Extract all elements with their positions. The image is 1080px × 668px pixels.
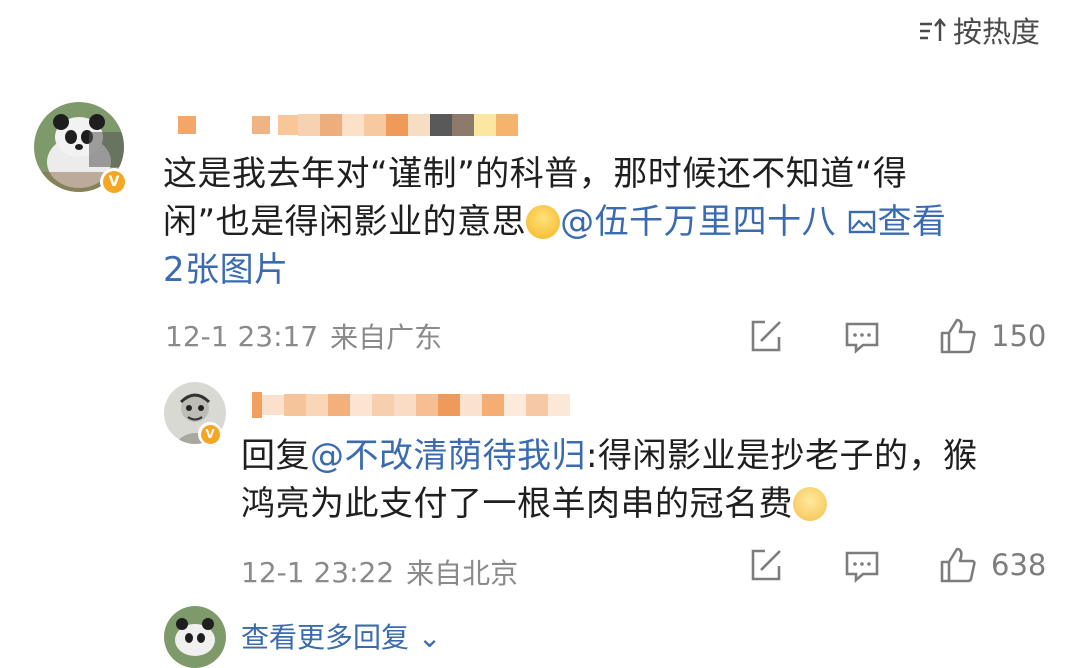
shush-emoji [793,487,827,521]
sort-by-hot-button[interactable]: 按热度 [917,10,1040,50]
more-replies-link[interactable]: 查看更多回复 ⌄ [241,616,441,656]
chevron-down-icon: ⌄ [409,621,442,654]
more-replies-label: 查看更多回复 [241,621,410,654]
comment-text-line1: 这是我去年对“谨制”的科普，那时候还不知道“得 [163,154,908,194]
timestamp: 12-1 23:17 [165,319,319,353]
username-blurred[interactable] [178,110,518,140]
location: 来自广东 [330,321,443,354]
sort-label: 按热度 [952,15,1040,49]
reply-prefix: 回复 [241,436,310,476]
like-icon[interactable] [937,544,979,586]
grin-emoji [526,205,561,239]
comment-text: 这是我去年对“谨制”的科普，那时候还不知道“得 闲”也是得闲影业的意思 @伍千万里… [163,150,1063,294]
image-icon [849,210,876,234]
reply-meta: 12-1 23:22 来自北京 [241,552,518,592]
avatar[interactable] [164,606,226,668]
comment-meta: 12-1 23:17 来自广东 [165,316,442,356]
verified-badge-icon: V [100,168,128,196]
comment-actions: 150 [745,311,1046,361]
sort-icon [919,18,946,41]
reply-text: 回复@不改清荫待我归:得闲影业是抄老子的，猴 鸿亮为此支付了一根羊肉串的冠名费 [241,432,1061,528]
location: 来自北京 [406,557,519,590]
username-blurred[interactable] [252,390,570,420]
view-images-link[interactable]: 查看 [847,202,946,242]
view-images-label: 查看 [877,202,947,242]
reply-text-line1: :得闲影业是抄老子的，猴 [586,436,978,476]
timestamp: 12-1 23:22 [241,555,395,589]
mention-link[interactable]: @伍千万里四十八 [560,202,836,242]
like-count: 638 [991,548,1047,582]
reply-actions: 638 [745,540,1046,590]
share-icon[interactable] [745,315,787,357]
comment-icon[interactable] [841,315,883,357]
mention-link[interactable]: @不改清荫待我归 [310,436,586,476]
like-count: 150 [991,319,1047,353]
view-images-count[interactable]: 2张图片 [163,250,289,290]
like-icon[interactable] [937,315,979,357]
comment-icon[interactable] [841,544,883,586]
verified-badge-icon: V [198,422,222,446]
comment-text-line2: 闲”也是得闲影业的意思 [163,202,527,242]
reply-text-line2: 鸿亮为此支付了一根羊肉串的冠名费 [241,484,793,524]
share-icon[interactable] [745,544,787,586]
